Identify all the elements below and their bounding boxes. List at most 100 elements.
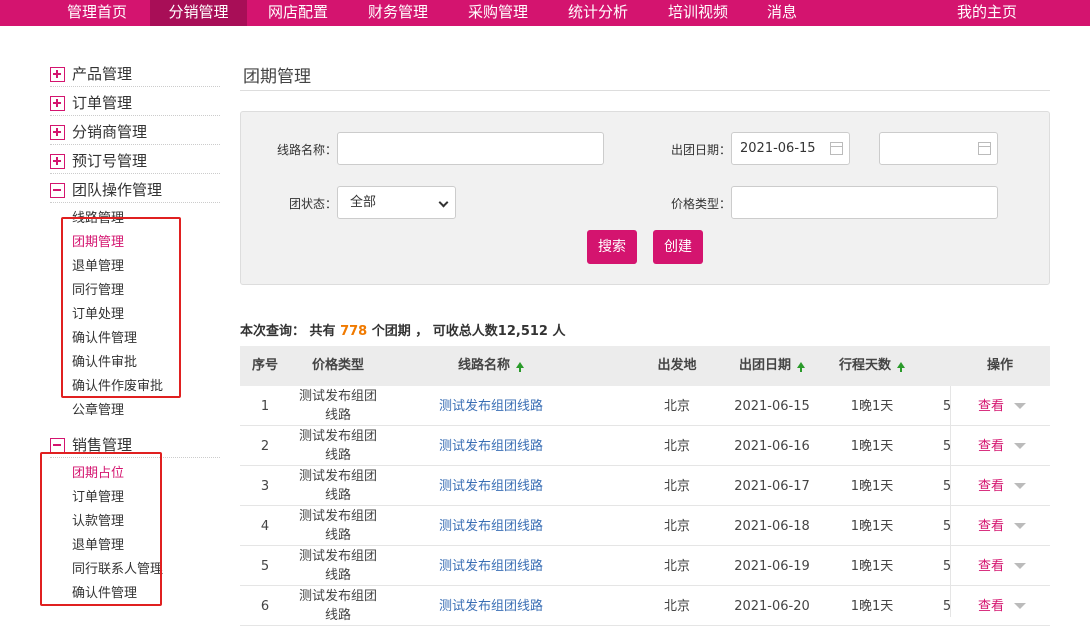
chevron-down-icon[interactable] bbox=[1014, 483, 1026, 489]
sidebar-item-sales-orders[interactable]: 订单管理 bbox=[72, 489, 124, 507]
sidebar-group-team-operations[interactable]: 团队操作管理 bbox=[50, 179, 220, 203]
cell-days: 1晚1天 bbox=[850, 478, 894, 494]
cell-truncated: 5 bbox=[942, 438, 952, 454]
cell-days: 1晚1天 bbox=[850, 438, 894, 454]
cell-truncated: 5 bbox=[942, 518, 952, 534]
cell-price-type: 测试发布组团线路 bbox=[298, 469, 377, 503]
sidebar-item-peers[interactable]: 同行管理 bbox=[72, 282, 124, 300]
view-link[interactable]: 查看 bbox=[971, 586, 1011, 626]
nav-item-statistics[interactable]: 统计分析 bbox=[568, 0, 628, 26]
view-link[interactable]: 查看 bbox=[971, 506, 1011, 546]
sidebar-item-confirmation-approval[interactable]: 确认件审批 bbox=[72, 354, 137, 372]
cell-price-type: 测试发布组团线路 bbox=[298, 509, 377, 543]
cell-origin: 北京 bbox=[663, 518, 690, 534]
expand-icon bbox=[50, 67, 65, 82]
sort-up-icon[interactable] bbox=[516, 361, 524, 372]
cell-route-link[interactable]: 测试发布组团线路 bbox=[406, 466, 576, 506]
route-name-input[interactable] bbox=[337, 132, 604, 165]
view-link[interactable]: 查看 bbox=[971, 426, 1011, 466]
search-button[interactable]: 搜索 bbox=[587, 230, 637, 264]
col-header-route[interactable]: 线路名称 bbox=[406, 346, 576, 386]
sidebar-item-routes[interactable]: 线路管理 bbox=[72, 210, 124, 228]
sidebar-group-label: 预订号管理 bbox=[72, 152, 148, 170]
sidebar-item-confirmation-void-approval[interactable]: 确认件作废审批 bbox=[72, 378, 163, 396]
sidebar-group-sales[interactable]: 销售管理 bbox=[50, 434, 220, 458]
cell-price-type: 测试发布组团线路 bbox=[298, 389, 377, 423]
date-from-value: 2021-06-15 bbox=[740, 141, 816, 156]
sidebar-item-tour-placeholder[interactable]: 团期占位 bbox=[72, 465, 124, 483]
sidebar-item-payment-claims[interactable]: 认款管理 bbox=[72, 513, 124, 531]
sort-up-icon[interactable] bbox=[897, 361, 905, 372]
table-row: 2 测试发布组团线路 测试发布组团线路 北京 2021-06-16 1晚1天 5 查看 bbox=[240, 426, 1050, 466]
cell-route-link[interactable]: 测试发布组团线路 bbox=[406, 586, 576, 626]
sidebar-group-booking-numbers[interactable]: 预订号管理 bbox=[50, 150, 220, 174]
expand-icon bbox=[50, 96, 65, 111]
cell-date: 2021-06-15 bbox=[734, 398, 810, 414]
date-from-input[interactable]: 2021-06-15 bbox=[731, 132, 850, 165]
collapse-icon bbox=[50, 438, 65, 453]
nav-item-distribution[interactable]: 分销管理 bbox=[150, 0, 247, 26]
cell-route-link[interactable]: 测试发布组团线路 bbox=[406, 386, 576, 426]
sidebar-item-peer-contacts[interactable]: 同行联系人管理 bbox=[72, 561, 163, 579]
sidebar-item-sales-confirmations[interactable]: 确认件管理 bbox=[72, 585, 137, 603]
calendar-icon[interactable] bbox=[978, 142, 991, 155]
cell-origin: 北京 bbox=[663, 398, 690, 414]
date-label: 出团日期： bbox=[670, 143, 731, 157]
nav-item-training[interactable]: 培训视频 bbox=[668, 0, 728, 26]
nav-item-shop-config[interactable]: 网店配置 bbox=[268, 0, 328, 26]
nav-item-purchase[interactable]: 采购管理 bbox=[468, 0, 528, 26]
chevron-down-icon[interactable] bbox=[1014, 603, 1026, 609]
sidebar-item-order-processing[interactable]: 订单处理 bbox=[72, 306, 124, 324]
view-link[interactable]: 查看 bbox=[971, 466, 1011, 506]
table-row: 1 测试发布组团线路 测试发布组团线路 北京 2021-06-15 1晚1天 5 查看 bbox=[240, 386, 1050, 426]
sidebar-item-seals[interactable]: 公章管理 bbox=[72, 402, 124, 420]
chevron-down-icon[interactable] bbox=[1014, 403, 1026, 409]
sort-up-icon[interactable] bbox=[797, 361, 805, 372]
chevron-down-icon[interactable] bbox=[1014, 563, 1026, 569]
cell-route-link[interactable]: 测试发布组团线路 bbox=[406, 506, 576, 546]
sidebar-group-label: 团队操作管理 bbox=[72, 181, 163, 199]
sidebar-group-label: 产品管理 bbox=[72, 65, 133, 83]
sidebar-item-tour-dates[interactable]: 团期管理 bbox=[72, 234, 124, 252]
cell-no: 3 bbox=[260, 478, 270, 494]
nav-item-finance[interactable]: 财务管理 bbox=[368, 0, 428, 26]
status-select[interactable]: 全部 bbox=[337, 186, 456, 219]
create-button[interactable]: 创建 bbox=[653, 230, 703, 264]
page-title: 团期管理 bbox=[243, 67, 311, 87]
cell-route-link[interactable]: 测试发布组团线路 bbox=[406, 426, 576, 466]
cell-truncated: 5 bbox=[942, 598, 952, 614]
cell-days: 1晚1天 bbox=[850, 558, 894, 574]
view-link[interactable]: 查看 bbox=[971, 546, 1011, 586]
price-type-input[interactable] bbox=[731, 186, 998, 219]
cell-days: 1晚1天 bbox=[850, 398, 894, 414]
nav-item-my-home[interactable]: 我的主页 bbox=[957, 0, 1017, 26]
chevron-down-icon[interactable] bbox=[1014, 443, 1026, 449]
cell-origin: 北京 bbox=[663, 438, 690, 454]
sidebar-group-distributors[interactable]: 分销商管理 bbox=[50, 121, 220, 145]
expand-icon bbox=[50, 125, 65, 140]
sidebar-item-refunds[interactable]: 退单管理 bbox=[72, 258, 124, 276]
nav-item-messages[interactable]: 消息 bbox=[767, 0, 797, 26]
nav-item-home[interactable]: 管理首页 bbox=[67, 0, 127, 26]
sidebar-item-sales-refunds[interactable]: 退单管理 bbox=[72, 537, 124, 555]
sidebar-item-confirmations[interactable]: 确认件管理 bbox=[72, 330, 137, 348]
title-divider bbox=[240, 90, 1050, 91]
chevron-down-icon[interactable] bbox=[1014, 523, 1026, 529]
cell-date: 2021-06-17 bbox=[734, 478, 810, 494]
col-header-days[interactable]: 行程天数 bbox=[827, 346, 917, 386]
cell-days: 1晚1天 bbox=[850, 518, 894, 534]
col-header-no: 序号 bbox=[251, 358, 278, 373]
summary-prefix: 本次查询： 共有 bbox=[240, 324, 336, 339]
sidebar-group-products[interactable]: 产品管理 bbox=[50, 63, 220, 87]
view-link[interactable]: 查看 bbox=[971, 386, 1011, 426]
sidebar-group-orders[interactable]: 订单管理 bbox=[50, 92, 220, 116]
col-header-days-label: 行程天数 bbox=[838, 358, 891, 373]
cell-route-link[interactable]: 测试发布组团线路 bbox=[406, 546, 576, 586]
col-header-date[interactable]: 出团日期 bbox=[727, 346, 817, 386]
collapse-icon bbox=[50, 183, 65, 198]
cell-date: 2021-06-16 bbox=[734, 438, 810, 454]
status-select-value: 全部 bbox=[350, 195, 377, 210]
calendar-icon[interactable] bbox=[830, 142, 843, 155]
cell-no: 4 bbox=[260, 518, 270, 534]
date-to-input[interactable] bbox=[879, 132, 998, 165]
